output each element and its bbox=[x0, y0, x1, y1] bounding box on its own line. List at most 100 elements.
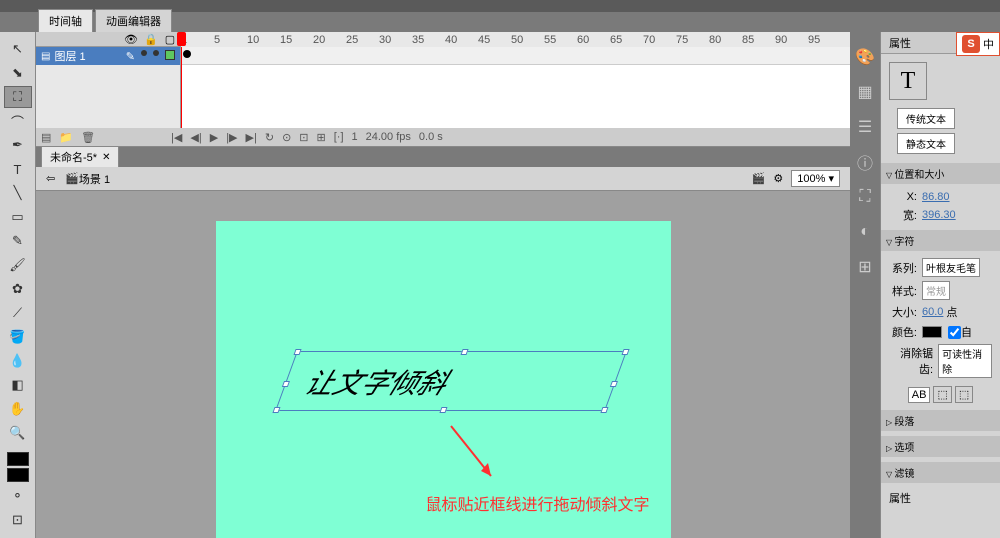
zoom-tool-icon[interactable]: 🔍 bbox=[4, 422, 32, 444]
info-panel-icon[interactable]: ⓘ bbox=[855, 152, 875, 172]
delete-layer-icon[interactable]: 🗑 bbox=[81, 131, 95, 144]
swatches-panel-icon[interactable]: 🎨 bbox=[855, 47, 875, 67]
snap-icon[interactable]: ⚬ bbox=[4, 485, 32, 507]
close-icon[interactable]: ✕ bbox=[102, 152, 110, 163]
frames-area[interactable] bbox=[181, 47, 850, 128]
section-options[interactable]: 选项 bbox=[881, 436, 1000, 457]
handle-tr[interactable] bbox=[621, 349, 629, 355]
annotation-text: 鼠标贴近框线进行拖动倾斜文字 bbox=[426, 491, 650, 515]
transform-panel-icon[interactable]: ⛶ bbox=[855, 187, 875, 207]
back-icon[interactable]: ⇦ bbox=[46, 172, 55, 185]
timeline-ruler[interactable]: 15101520253035404550556065707580859095 bbox=[181, 32, 850, 47]
section-character[interactable]: 字符 bbox=[881, 230, 1000, 251]
playhead[interactable] bbox=[181, 47, 182, 128]
pen-tool-icon[interactable]: ✒ bbox=[4, 134, 32, 156]
visibility-icon[interactable]: 👁 bbox=[124, 33, 136, 46]
selectable-icon[interactable]: AB bbox=[908, 387, 931, 403]
new-folder-icon[interactable]: 📁 bbox=[59, 131, 73, 144]
goto-first-icon[interactable]: |◀ bbox=[171, 131, 182, 144]
onion-skin-icon[interactable]: ⊙ bbox=[282, 131, 291, 144]
tab-anim-editor[interactable]: 动画编辑器 bbox=[95, 9, 172, 32]
handle-bc[interactable] bbox=[439, 407, 447, 413]
outline-sq[interactable] bbox=[165, 50, 175, 60]
size-value[interactable]: 60.0 bbox=[922, 306, 943, 318]
keyframe[interactable] bbox=[183, 50, 191, 58]
color-panel-icon[interactable]: ◐ bbox=[855, 222, 875, 242]
antialias-select[interactable]: 可读性消除 bbox=[938, 344, 992, 378]
ruler-tick: 80 bbox=[709, 34, 721, 46]
play-icon[interactable]: ▶ bbox=[210, 131, 218, 144]
free-transform-tool-icon[interactable]: ⛶ bbox=[4, 86, 32, 108]
static-text-select[interactable]: 静态文本 bbox=[897, 133, 955, 154]
document-tab[interactable]: 未命名-5* ✕ bbox=[41, 146, 119, 167]
loop-icon[interactable]: ↻ bbox=[265, 131, 274, 144]
subselection-tool-icon[interactable]: ⬊ bbox=[4, 62, 32, 84]
auto-label: 自 bbox=[961, 324, 972, 340]
components-panel-icon[interactable]: ⊞ bbox=[855, 257, 875, 277]
handle-ml[interactable] bbox=[281, 381, 289, 387]
edit-multi-icon[interactable]: ⊞ bbox=[317, 131, 326, 144]
section-paragraph[interactable]: 段落 bbox=[881, 410, 1000, 431]
text-transform-box[interactable]: 让文字倾斜 bbox=[275, 351, 627, 411]
edit-scene-icon[interactable]: 🎬 bbox=[752, 172, 766, 185]
lasso-tool-icon[interactable]: ⌒ bbox=[4, 110, 32, 132]
vis-dot[interactable] bbox=[141, 50, 147, 56]
width-value[interactable]: 396.30 bbox=[922, 209, 956, 221]
text-color-swatch[interactable] bbox=[922, 326, 942, 338]
handle-br[interactable] bbox=[600, 407, 608, 413]
stage[interactable]: 让文字倾斜 鼠标贴近框线进行拖动倾斜文字 bbox=[216, 221, 671, 538]
rectangle-tool-icon[interactable]: ▭ bbox=[4, 206, 32, 228]
step-back-icon[interactable]: ◀| bbox=[190, 131, 201, 144]
auto-kern-checkbox[interactable] bbox=[948, 326, 961, 339]
ruler-tick: 95 bbox=[808, 34, 820, 46]
brush-tool-icon[interactable]: 🖌 bbox=[4, 254, 32, 276]
stroke-color-swatch[interactable] bbox=[7, 452, 29, 466]
ruler-tick: 50 bbox=[511, 34, 523, 46]
section-filter[interactable]: 滤镜 bbox=[881, 462, 1000, 483]
zoom-select[interactable]: 100% ▾ bbox=[791, 170, 840, 187]
deco-tool-icon[interactable]: ✿ bbox=[4, 278, 32, 300]
text-tool-icon[interactable]: T bbox=[4, 158, 32, 180]
bone-tool-icon[interactable]: ⟋ bbox=[4, 302, 32, 324]
edit-symbol-icon[interactable]: ⚙ bbox=[773, 172, 783, 185]
x-value[interactable]: 86.80 bbox=[922, 191, 950, 203]
library-panel-icon[interactable]: ☰ bbox=[855, 117, 875, 137]
outline-icon[interactable]: ▢ bbox=[164, 33, 176, 46]
handle-mr[interactable] bbox=[609, 381, 617, 387]
handle-tc[interactable] bbox=[460, 349, 468, 355]
eraser-tool-icon[interactable]: ◧ bbox=[4, 374, 32, 396]
subscript-icon[interactable]: ⬚ bbox=[955, 386, 973, 403]
align-panel-icon[interactable]: ▦ bbox=[855, 82, 875, 102]
lock-icon[interactable]: 🔒 bbox=[144, 33, 156, 46]
layer-row[interactable]: ▤ 图层 1 ✎ bbox=[36, 47, 180, 65]
paint-bucket-tool-icon[interactable]: 🪣 bbox=[4, 326, 32, 348]
ruler-tick: 85 bbox=[742, 34, 754, 46]
section-position-size[interactable]: 位置和大小 bbox=[881, 163, 1000, 184]
step-fwd-icon[interactable]: |▶ bbox=[226, 131, 237, 144]
selection-tool-icon[interactable]: ↖ bbox=[4, 38, 32, 60]
goto-last-icon[interactable]: ▶| bbox=[246, 131, 257, 144]
option-icon[interactable]: ⊡ bbox=[4, 509, 32, 531]
fill-color-swatch[interactable] bbox=[7, 468, 29, 482]
eyedropper-tool-icon[interactable]: 💧 bbox=[4, 350, 32, 372]
classic-text-select[interactable]: 传统文本 bbox=[897, 108, 955, 129]
hand-tool-icon[interactable]: ✋ bbox=[4, 398, 32, 420]
tab-timeline[interactable]: 时间轴 bbox=[38, 9, 93, 32]
frame-track[interactable] bbox=[181, 47, 850, 65]
font-style-select[interactable]: 常规 bbox=[922, 281, 950, 300]
layer-name: 图层 1 bbox=[54, 48, 85, 64]
onion-outline-icon[interactable]: ⊡ bbox=[299, 131, 308, 144]
onion-markers-icon[interactable]: [·] bbox=[334, 131, 344, 143]
stage-wrap[interactable]: 让文字倾斜 鼠标贴近框线进行拖动倾斜文字 bbox=[36, 191, 850, 538]
lock-dot[interactable] bbox=[153, 50, 159, 56]
pencil-icon[interactable]: ✎ bbox=[126, 50, 135, 63]
stage-text[interactable]: 让文字倾斜 bbox=[299, 362, 454, 402]
new-layer-icon[interactable]: ▤ bbox=[41, 131, 51, 144]
font-family-select[interactable]: 叶根友毛笔 bbox=[922, 258, 980, 277]
handle-bl[interactable] bbox=[272, 407, 280, 413]
superscript-icon[interactable]: ⬚ bbox=[933, 386, 951, 403]
pencil-tool-icon[interactable]: ✎ bbox=[4, 230, 32, 252]
input-method-badge[interactable]: S 中 bbox=[956, 32, 1000, 56]
handle-tl[interactable] bbox=[293, 349, 301, 355]
line-tool-icon[interactable]: ╲ bbox=[4, 182, 32, 204]
